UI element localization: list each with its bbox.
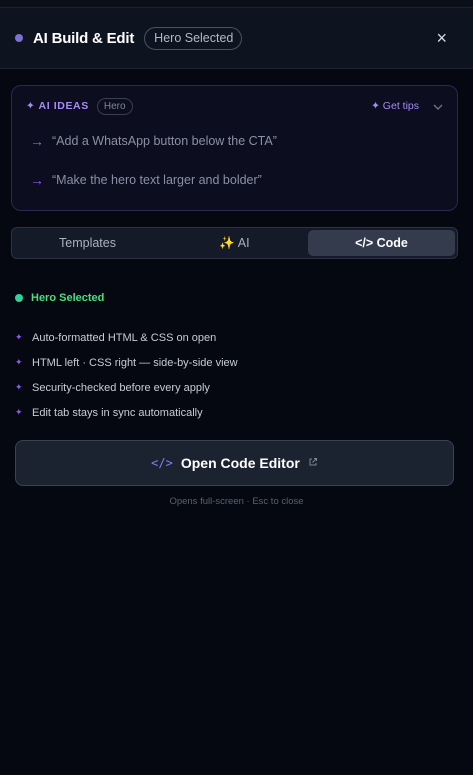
status-dot xyxy=(15,34,23,42)
feature-text: HTML left · CSS right — side-by-side vie… xyxy=(32,356,238,369)
section-pill: Hero xyxy=(96,97,133,115)
get-tips-button[interactable]: ✦ Get tips xyxy=(371,100,419,112)
idea-text: “Make the hero text larger and bolder” xyxy=(52,173,262,187)
ai-ideas-label: ✦ AI IDEAS xyxy=(26,100,89,112)
sparkle-icon: ✦ xyxy=(15,407,23,417)
mode-tabs: Templates ✨ AI </> Code xyxy=(11,227,458,259)
status-text: Hero Selected xyxy=(31,292,105,304)
list-item: ✦ Auto-formatted HTML & CSS on open xyxy=(15,325,238,350)
list-item: ✦ Edit tab stays in sync automatically xyxy=(15,400,238,425)
list-item: ✦ HTML left · CSS right — side-by-side v… xyxy=(15,350,238,375)
feature-text: Auto-formatted HTML & CSS on open xyxy=(32,331,217,344)
arrow-right-icon: → xyxy=(30,172,44,188)
status-dot xyxy=(15,294,23,302)
feature-text: Edit tab stays in sync automatically xyxy=(32,406,203,419)
feature-list: ✦ Auto-formatted HTML & CSS on open ✦ HT… xyxy=(15,325,238,425)
code-icon: </> xyxy=(151,456,173,470)
tab-ai[interactable]: ✨ AI xyxy=(161,230,308,256)
arrow-right-icon: → xyxy=(30,133,44,149)
selection-badge: Hero Selected xyxy=(144,26,243,50)
open-editor-hint: Opens full-screen · Esc to close xyxy=(169,496,304,507)
top-strip xyxy=(0,0,473,8)
tab-code[interactable]: </> Code xyxy=(308,230,455,256)
ai-ideas-header: ✦ AI IDEAS Hero ✦ Get tips xyxy=(26,97,443,115)
close-icon[interactable]: × xyxy=(436,29,447,47)
sparkle-icon: ✦ xyxy=(15,382,23,392)
panel-header: AI Build & Edit Hero Selected × xyxy=(0,8,473,69)
external-link-icon xyxy=(308,457,318,470)
feature-text: Security-checked before every apply xyxy=(32,381,210,394)
tab-templates[interactable]: Templates xyxy=(14,230,161,256)
chevron-down-icon[interactable] xyxy=(433,99,443,113)
open-code-editor-label: Open Code Editor xyxy=(180,455,300,471)
idea-text: “Add a WhatsApp button below the CTA” xyxy=(52,134,277,148)
list-item: ✦ Security-checked before every apply xyxy=(15,375,238,400)
open-code-editor-button[interactable]: </> Open Code Editor xyxy=(15,440,454,486)
ai-ideas-panel: ✦ AI IDEAS Hero ✦ Get tips → “Add a What… xyxy=(11,85,458,211)
sparkle-icon: ✦ xyxy=(15,357,23,367)
idea-item[interactable]: → “Add a WhatsApp button below the CTA” xyxy=(30,133,277,149)
sparkle-icon: ✦ xyxy=(15,332,23,342)
selection-status: Hero Selected xyxy=(15,292,104,304)
idea-item[interactable]: → “Make the hero text larger and bolder” xyxy=(30,172,262,188)
panel-title: AI Build & Edit xyxy=(33,29,135,47)
